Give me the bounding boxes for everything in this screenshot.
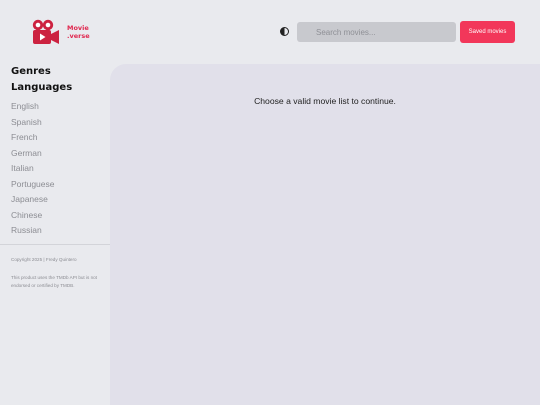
tmdb-disclaimer: This product uses the TMDb API but is no… bbox=[11, 275, 97, 288]
languages-heading[interactable]: Languages bbox=[11, 82, 72, 93]
saved-movies-button[interactable]: Saved movies bbox=[460, 21, 515, 43]
sidebar-item-french[interactable]: French bbox=[11, 132, 37, 142]
header: Movie .verse Saved movies bbox=[0, 0, 540, 64]
sidebar-item-portuguese[interactable]: Portuguese bbox=[11, 179, 54, 189]
sidebar-item-german[interactable]: German bbox=[11, 148, 42, 158]
empty-state-message: Choose a valid movie list to continue. bbox=[254, 96, 396, 106]
sidebar: Genres Languages English Spanish French … bbox=[0, 64, 110, 405]
theme-toggle-icon[interactable] bbox=[280, 27, 289, 36]
search-input[interactable] bbox=[297, 22, 456, 42]
sidebar-item-russian[interactable]: Russian bbox=[11, 225, 42, 235]
sidebar-item-spanish[interactable]: Spanish bbox=[11, 117, 42, 127]
copyright-text: Copyright 2025 | Fredy Quintero bbox=[11, 257, 77, 262]
brand-name: Movie .verse bbox=[67, 24, 90, 40]
main-content: Choose a valid movie list to continue. bbox=[110, 64, 540, 405]
film-camera-icon bbox=[32, 19, 59, 44]
logo[interactable]: Movie .verse bbox=[30, 19, 100, 47]
sidebar-divider bbox=[0, 244, 110, 245]
brand-name-line-2: .verse bbox=[67, 32, 90, 40]
sidebar-item-japanese[interactable]: Japanese bbox=[11, 194, 48, 204]
brand-name-line-1: Movie bbox=[67, 24, 89, 32]
sidebar-item-english[interactable]: English bbox=[11, 101, 39, 111]
genres-heading[interactable]: Genres bbox=[11, 66, 51, 77]
sidebar-item-chinese[interactable]: Chinese bbox=[11, 210, 42, 220]
sidebar-item-italian[interactable]: Italian bbox=[11, 163, 34, 173]
